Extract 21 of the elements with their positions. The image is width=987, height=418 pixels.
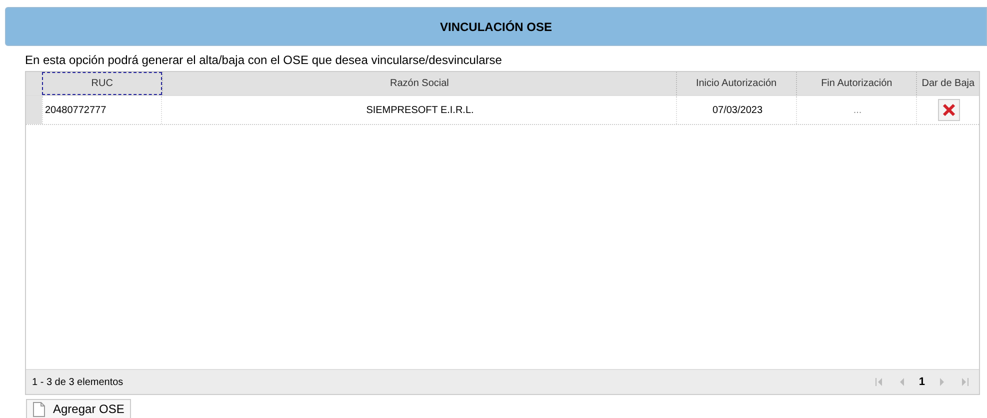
table-cell: ... <box>796 96 916 124</box>
column-header[interactable]: RUC <box>42 72 162 95</box>
table-cell: 20480772777 <box>42 96 161 124</box>
page-title: VINCULACIÓN OSE <box>5 7 987 46</box>
next-page-icon[interactable] <box>937 377 947 387</box>
column-header[interactable]: Fin Autorización <box>796 72 916 95</box>
add-button[interactable]: Agregar OSE <box>26 399 132 418</box>
first-page-icon[interactable] <box>874 377 885 387</box>
column-header[interactable]: Inicio Autorización <box>676 72 796 95</box>
column-header[interactable]: Dar de Baja <box>916 72 980 95</box>
row-selector[interactable] <box>26 96 42 124</box>
document-icon <box>33 402 45 416</box>
description-text: En esta opción podrá generar el alta/baja con el OSE que desea vincularse/desvincularse <box>25 54 503 66</box>
delete-button[interactable] <box>938 99 960 121</box>
table-cell: SIEMPRESOFT E.I.R.L. <box>161 96 676 124</box>
pager-summary: 1 - 3 de 3 elementos <box>32 376 124 388</box>
page-number[interactable]: 1 <box>918 376 925 388</box>
table-cell: 07/03/2023 <box>676 96 796 124</box>
last-page-icon[interactable] <box>959 377 969 387</box>
delete-icon <box>942 103 956 117</box>
column-header[interactable]: Razón Social <box>162 72 676 95</box>
